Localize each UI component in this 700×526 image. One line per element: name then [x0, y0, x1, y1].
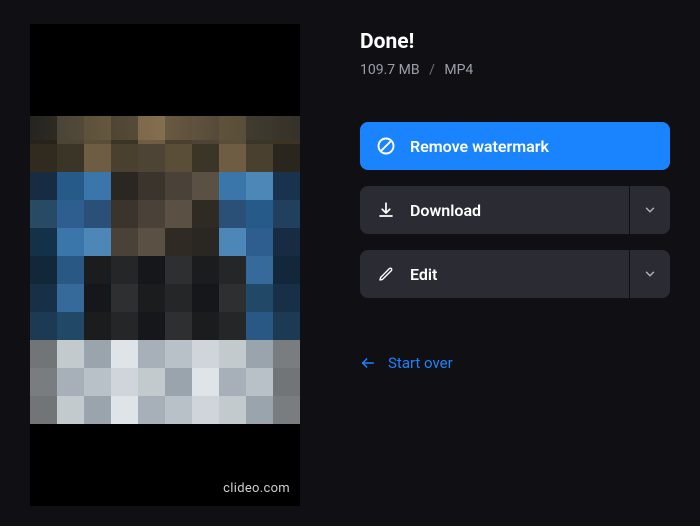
- download-button[interactable]: Download: [360, 186, 670, 234]
- status-title: Done!: [360, 30, 670, 54]
- video-preview[interactable]: clideo.com: [30, 24, 300, 506]
- chevron-down-icon: [643, 203, 657, 217]
- edit-button[interactable]: Edit: [360, 250, 670, 298]
- meta-separator: /: [429, 62, 435, 78]
- download-label: Download: [410, 201, 629, 220]
- arrow-left-icon: [360, 355, 376, 371]
- file-meta: 109.7 MB / MP4: [360, 62, 670, 78]
- preview-image: [30, 116, 300, 424]
- download-dropdown-toggle[interactable]: [629, 186, 670, 234]
- chevron-down-icon: [643, 267, 657, 281]
- start-over-link[interactable]: Start over: [360, 354, 453, 372]
- edit-label: Edit: [410, 265, 629, 284]
- pencil-icon: [376, 264, 396, 284]
- no-symbol-icon: [376, 136, 396, 156]
- file-size: 109.7 MB: [360, 62, 420, 78]
- watermark-text: clideo.com: [223, 481, 290, 496]
- edit-dropdown-toggle[interactable]: [629, 250, 670, 298]
- remove-watermark-button[interactable]: Remove watermark: [360, 122, 670, 170]
- remove-watermark-label: Remove watermark: [410, 137, 670, 156]
- start-over-label: Start over: [388, 354, 453, 372]
- file-format: MP4: [444, 62, 473, 78]
- download-icon: [376, 200, 396, 220]
